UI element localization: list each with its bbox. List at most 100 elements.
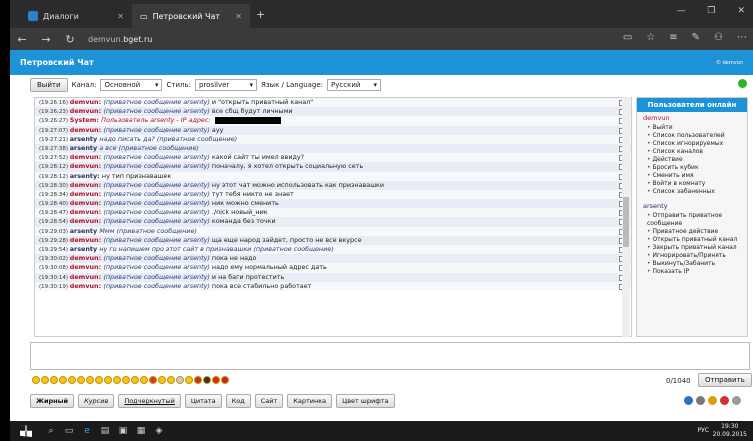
user-menu-item[interactable]: Игнорировать/Принять	[647, 252, 747, 260]
more-icon[interactable]: ⋯	[737, 32, 747, 43]
close-icon[interactable]: ✕	[235, 12, 242, 21]
send-button[interactable]: Отправить	[698, 373, 752, 387]
task-view-icon[interactable]: ▭	[60, 426, 78, 436]
reading-view-icon[interactable]: ▭	[623, 32, 632, 43]
close-window-icon[interactable]: ✕	[737, 6, 745, 16]
settings-icon[interactable]	[696, 396, 705, 405]
message-nick[interactable]: demvun:	[70, 199, 104, 207]
user-menu-item[interactable]: Войти в комнату	[647, 180, 747, 188]
message-nick[interactable]: arsenty	[70, 144, 100, 152]
smiley-icon[interactable]	[113, 376, 121, 384]
message-nick[interactable]: demvun:	[70, 126, 104, 134]
user-menu-item[interactable]: Список пользователей	[647, 132, 747, 140]
user-menu-item[interactable]: Приватное действие	[647, 228, 747, 236]
exit-button[interactable]: Выйти	[30, 78, 68, 92]
app-icon[interactable]: ◈	[150, 426, 168, 436]
user-menu-item[interactable]: Действие	[647, 156, 747, 164]
windows-start-icon[interactable]	[20, 425, 32, 437]
smiley-icon[interactable]	[149, 376, 157, 384]
edge-icon[interactable]: e	[78, 426, 96, 436]
language-select[interactable]: Русский ▾	[327, 79, 382, 91]
smiley-icon[interactable]	[158, 376, 166, 384]
message-nick[interactable]: demvun:	[70, 273, 104, 281]
user-menu-item[interactable]: Выкинуть/Забанить	[647, 260, 747, 268]
smiley-icon[interactable]	[221, 376, 229, 384]
tab-chat[interactable]: ▭ Петровский Чат ✕	[132, 4, 250, 28]
user-menu-item[interactable]: Сменить имя	[647, 172, 747, 180]
language-indicator[interactable]: РУС	[698, 427, 709, 434]
message-nick[interactable]: demvun:	[70, 153, 104, 161]
message-nick[interactable]: demvun:	[70, 98, 104, 106]
logout-icon[interactable]	[720, 396, 729, 405]
message-nick[interactable]: demvun:	[70, 181, 104, 189]
clock[interactable]: 19:30 20.09.2015	[713, 423, 747, 439]
user-menu-item[interactable]: Выйти	[647, 124, 747, 132]
url-field[interactable]: demvun.bget.ru	[88, 35, 152, 44]
note-icon[interactable]: ✎	[692, 32, 700, 43]
back-icon[interactable]: ←	[10, 33, 34, 46]
smiley-icon[interactable]	[140, 376, 148, 384]
smiley-icon[interactable]	[32, 376, 40, 384]
message-nick[interactable]: demvun:	[70, 282, 104, 290]
format-button[interactable]: Курсив	[78, 394, 115, 408]
scroll-thumb[interactable]	[623, 197, 629, 247]
smiley-icon[interactable]	[131, 376, 139, 384]
smiley-icon[interactable]	[41, 376, 49, 384]
search-icon[interactable]: ⌕	[42, 426, 60, 436]
message-nick[interactable]: arsenty:	[70, 172, 102, 180]
smiley-icon[interactable]	[176, 376, 184, 384]
message-nick[interactable]: demvun:	[70, 217, 104, 225]
user-menu-item[interactable]: Список каналов	[647, 148, 747, 156]
style-select[interactable]: prosilver ▾	[194, 79, 257, 91]
smiley-icon[interactable]	[59, 376, 67, 384]
format-button[interactable]: Цвет шрифта	[336, 394, 395, 408]
smiley-icon[interactable]	[185, 376, 193, 384]
message-nick[interactable]: demvun:	[70, 208, 104, 216]
explorer-icon[interactable]: ▤	[96, 426, 114, 436]
help-icon[interactable]	[684, 396, 693, 405]
save-icon[interactable]	[732, 396, 741, 405]
app-icon[interactable]: ▦	[132, 426, 150, 436]
message-input[interactable]	[30, 342, 750, 370]
message-nick[interactable]: arsenty	[70, 227, 100, 235]
user-menu-item[interactable]: Показать IP	[647, 268, 747, 276]
smiley-icon[interactable]	[95, 376, 103, 384]
smiley-icon[interactable]	[194, 376, 202, 384]
share-icon[interactable]: ⚇	[714, 32, 723, 43]
new-tab-button[interactable]: +	[256, 8, 265, 21]
message-nick[interactable]: demvun:	[70, 107, 104, 115]
minimize-icon[interactable]: —	[676, 6, 685, 16]
format-button[interactable]: Картинка	[287, 394, 333, 408]
smiley-icon[interactable]	[167, 376, 175, 384]
forward-icon[interactable]: →	[34, 33, 58, 46]
message-nick[interactable]: demvun:	[70, 190, 104, 198]
message-nick[interactable]: arsenty	[70, 135, 100, 143]
format-button[interactable]: Жирный	[30, 394, 75, 408]
channel-select[interactable]: Основной ▾	[100, 79, 163, 91]
smiley-icon[interactable]	[122, 376, 130, 384]
smiley-icon[interactable]	[203, 376, 211, 384]
tab-dialogs[interactable]: Диалоги ✕	[20, 4, 132, 28]
user-arsenty[interactable]: arsenty	[637, 200, 747, 212]
user-menu-item[interactable]: Открыть приватный канал	[647, 236, 747, 244]
message-nick[interactable]: System:	[70, 116, 101, 124]
user-demvun[interactable]: demvun	[637, 112, 747, 124]
close-icon[interactable]: ✕	[117, 12, 124, 21]
hub-icon[interactable]: ≡	[669, 32, 677, 43]
smiley-icon[interactable]	[68, 376, 76, 384]
format-button[interactable]: Подчеркнутый	[118, 394, 181, 408]
user-menu-item[interactable]: Отправить приватное сообщение	[647, 212, 747, 228]
smiley-icon[interactable]	[104, 376, 112, 384]
chat-scrollbar[interactable]	[622, 97, 630, 337]
user-menu-item[interactable]: Список игнорируемых	[647, 140, 747, 148]
smiley-icon[interactable]	[212, 376, 220, 384]
message-nick[interactable]: demvun:	[70, 254, 104, 262]
format-button[interactable]: Сайт	[254, 394, 284, 408]
favorite-star-icon[interactable]: ☆	[646, 32, 655, 43]
smiley-icon[interactable]	[86, 376, 94, 384]
sound-icon[interactable]	[708, 396, 717, 405]
user-menu-item[interactable]: Список забаненных	[647, 188, 747, 196]
format-button[interactable]: Код	[225, 394, 251, 408]
user-menu-item[interactable]: Бросить кубик	[647, 164, 747, 172]
user-menu-item[interactable]: Закрыть приватный канал	[647, 244, 747, 252]
